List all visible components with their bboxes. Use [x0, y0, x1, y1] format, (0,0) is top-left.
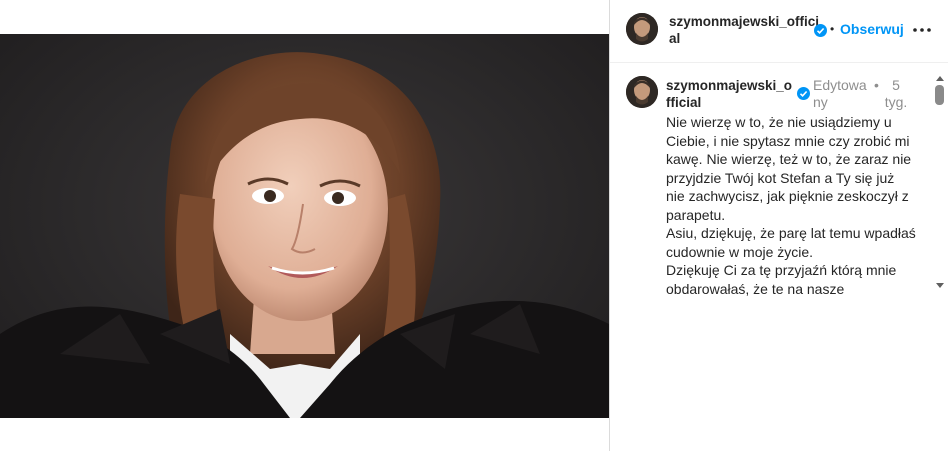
- caption-text: Nie wierzę w to, że nie usiądziemy u Cie…: [666, 114, 916, 297]
- post-header: szymonmajewski_official • Obserwuj: [610, 0, 948, 63]
- scroll-down-arrow-icon[interactable]: [935, 277, 945, 288]
- follow-button[interactable]: Obserwuj: [840, 21, 904, 37]
- post-timestamp[interactable]: 5 tyg.: [882, 77, 910, 111]
- scrollbar-thumb[interactable]: [935, 85, 944, 105]
- verified-badge-icon: [797, 87, 810, 100]
- separator-dot: •: [830, 22, 835, 36]
- author-username[interactable]: szymonmajewski_official: [669, 13, 821, 47]
- post-photo[interactable]: [0, 34, 609, 418]
- caption-avatar[interactable]: [626, 76, 658, 108]
- separator-dot: •: [874, 77, 879, 93]
- edited-label: Edytowany: [813, 77, 867, 110]
- avatar-image: [626, 13, 658, 45]
- scrollbar[interactable]: [930, 63, 948, 288]
- comments-scroll-area[interactable]: szymonmajewski_official Edytowany • 5 ty…: [610, 63, 948, 303]
- media-pane: [0, 0, 610, 451]
- post-sidebar: szymonmajewski_official • Obserwuj szymo…: [610, 0, 948, 451]
- caption-username[interactable]: szymonmajewski_official: [666, 77, 796, 111]
- verified-badge-icon: [814, 24, 827, 37]
- portrait-image: [0, 52, 609, 418]
- caption-avatar-image: [626, 76, 658, 108]
- avatar[interactable]: [626, 13, 658, 45]
- more-options-icon[interactable]: [910, 18, 934, 42]
- scroll-up-arrow-icon[interactable]: [935, 69, 945, 81]
